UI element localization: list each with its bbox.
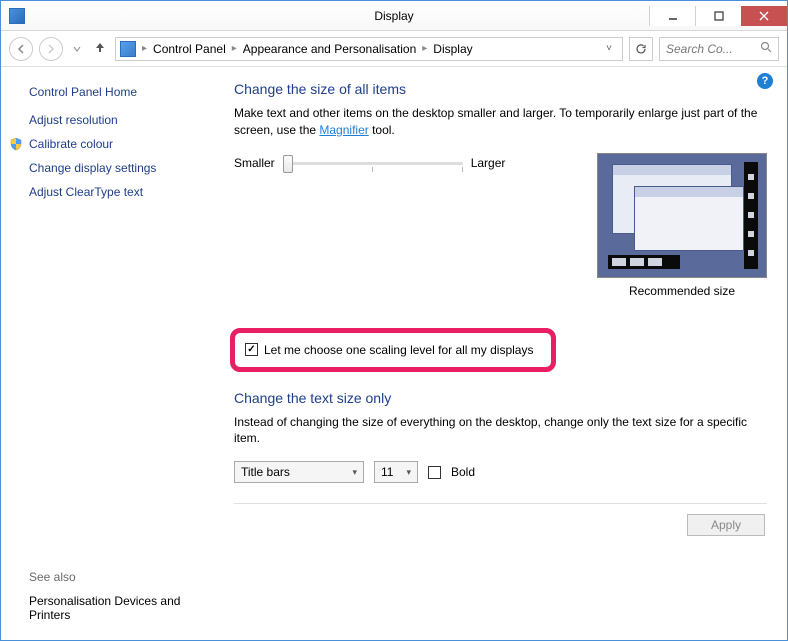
text-size-controls: Title bars ▾ 11 ▾ Bold [234,461,767,483]
breadcrumb-item[interactable]: Control Panel [153,42,226,56]
slider-thumb[interactable] [283,155,293,173]
size-slider-block: Smaller Larger [234,153,505,173]
chevron-down-icon: ▾ [406,467,411,478]
breadcrumb[interactable]: ▸ Control Panel ▸ Appearance and Persona… [115,37,623,61]
body: Control Panel Home Adjust resolution Cal… [1,67,787,640]
control-panel-home-link[interactable]: Control Panel Home [29,85,204,99]
desc-text-size: Instead of changing the size of everythi… [234,414,767,448]
item-dropdown[interactable]: Title bars ▾ [234,461,364,483]
size-slider[interactable] [283,153,463,173]
titlebar: Display [1,1,787,31]
see-also-header: See also [29,570,209,584]
adjust-resolution-link[interactable]: Adjust resolution [29,113,204,127]
slider-max-label: Larger [471,156,506,170]
scaling-highlight: Let me choose one scaling level for all … [230,328,556,372]
calibrate-colour-link[interactable]: Calibrate colour [29,137,113,151]
change-display-settings-link[interactable]: Change display settings [29,161,204,175]
navbar: ▸ Control Panel ▸ Appearance and Persona… [1,31,787,67]
shield-icon [9,137,23,151]
breadcrumb-item[interactable]: Display [433,42,472,56]
adjust-cleartype-link[interactable]: Adjust ClearType text [29,185,204,199]
chevron-right-icon[interactable]: ▸ [140,43,149,54]
search-input[interactable]: Search Co... [659,37,779,61]
chevron-right-icon[interactable]: ▸ [230,43,239,54]
bold-label[interactable]: Bold [451,465,475,479]
heading-change-size: Change the size of all items [234,81,767,97]
forward-button[interactable] [39,37,63,61]
personalisation-link[interactable]: Personalisation [29,594,111,608]
preview-label: Recommended size [597,284,767,298]
bold-checkbox[interactable] [428,466,441,479]
size-dropdown[interactable]: 11 ▾ [374,461,418,483]
monitor-icon [120,41,136,57]
refresh-button[interactable] [629,37,653,61]
scaling-checkbox[interactable] [245,343,258,356]
search-icon[interactable] [760,41,772,56]
sidebar: Control Panel Home Adjust resolution Cal… [1,67,216,640]
apply-button[interactable]: Apply [687,514,765,536]
preview-block: Recommended size [597,153,767,298]
help-icon[interactable]: ? [757,73,773,89]
chevron-down-icon: ▾ [352,467,357,478]
breadcrumb-item[interactable]: Appearance and Personalisation [243,42,416,56]
preview-image [597,153,767,278]
chevron-right-icon[interactable]: ▸ [420,43,429,54]
divider [234,503,767,504]
breadcrumb-dropdown[interactable]: ˅ [600,43,618,54]
scaling-checkbox-label[interactable]: Let me choose one scaling level for all … [264,343,533,357]
content: ? Change the size of all items Make text… [216,67,787,640]
heading-text-size: Change the text size only [234,390,767,406]
slider-min-label: Smaller [234,156,275,170]
window-title: Display [1,9,787,23]
see-also: See also Personalisation Devices and Pri… [29,570,209,622]
back-button[interactable] [9,37,33,61]
magnifier-link[interactable]: Magnifier [319,123,368,137]
up-button[interactable] [91,40,109,57]
recent-dropdown[interactable] [69,37,85,61]
search-placeholder: Search Co... [666,42,733,56]
desc-change-size: Make text and other items on the desktop… [234,105,767,139]
